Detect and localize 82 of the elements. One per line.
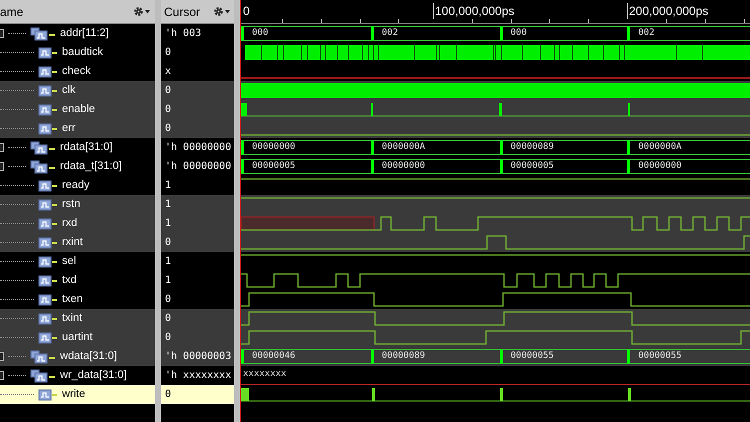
signal-name: write — [62, 387, 86, 402]
settings-icon[interactable] — [213, 6, 231, 17]
signal-row[interactable]: rstn — [0, 195, 155, 214]
expand-icon[interactable] — [0, 371, 4, 380]
expand-icon[interactable] — [0, 352, 4, 361]
cursor-value: 'h 00000003 — [165, 350, 232, 364]
signal-icon — [38, 104, 58, 116]
cursor-value: 0 — [165, 103, 172, 117]
signal-icon — [38, 84, 58, 96]
bus-icon — [30, 368, 56, 382]
signal-row[interactable]: clk — [0, 81, 155, 100]
cursor-value: 0 — [165, 388, 172, 402]
signal-name: baudtick — [62, 45, 103, 60]
signal-name: rxint — [62, 235, 83, 250]
cursor-value: 0 — [165, 84, 172, 98]
signal-icon — [38, 46, 58, 58]
bus-icon — [30, 350, 56, 364]
signal-icon — [38, 122, 58, 134]
column-title: ame — [0, 4, 24, 20]
signal-name: rdata_t[31:0] — [60, 159, 122, 174]
settings-icon[interactable] — [133, 6, 151, 17]
signal-row[interactable]: enable — [0, 100, 155, 119]
signal-name: txd — [62, 273, 77, 288]
signal-row[interactable]: err — [0, 119, 155, 138]
signal-name: rstn — [62, 197, 80, 212]
signal-icon — [38, 66, 58, 78]
bus-icon — [30, 26, 56, 40]
signal-row[interactable]: uartint — [0, 328, 155, 347]
signal-name: txint — [62, 311, 82, 326]
signal-name: enable — [62, 102, 96, 118]
signal-icon — [38, 218, 58, 230]
signal-name: err — [62, 121, 76, 136]
cursor-value: x — [165, 65, 172, 79]
bus-icon — [30, 140, 56, 154]
signal-row[interactable]: rxint — [0, 233, 155, 252]
signal-name: sel — [62, 254, 76, 270]
signal-row[interactable]: txint — [0, 309, 155, 328]
signal-icon — [38, 388, 58, 400]
signal-icon — [38, 274, 58, 286]
signal-row[interactable]: wdata[31:0] — [0, 347, 155, 366]
signal-name: clk — [62, 83, 76, 98]
cursor-value: 0 — [165, 331, 172, 345]
signal-icon — [38, 256, 58, 268]
cursor-value: 0 — [165, 46, 172, 60]
signal-row[interactable]: write — [0, 385, 155, 404]
signal-icon — [38, 236, 58, 248]
signal-name: rxd — [62, 216, 78, 232]
signal-icon — [38, 198, 58, 210]
cursor-value: 1 — [165, 255, 172, 269]
signal-name: addr[11:2] — [60, 26, 109, 42]
signal-icon — [38, 294, 58, 306]
cursor-value: 1 — [165, 179, 172, 193]
signal-name: wdata[31:0] — [60, 349, 117, 364]
expand-icon[interactable] — [0, 162, 4, 171]
expand-icon[interactable] — [0, 143, 4, 152]
column-header[interactable]: Cursor — [161, 0, 234, 24]
cursor-value: 1 — [165, 274, 172, 288]
cursor-value: 0 — [165, 236, 172, 250]
cursor-value: 'h 00000000 — [165, 141, 232, 155]
cursor-value: 1 — [165, 198, 172, 212]
signal-name: wr_data[31:0] — [60, 368, 127, 384]
cursor-value: 'h 00000000 — [165, 160, 232, 174]
signal-name: ready — [62, 178, 90, 194]
time-label: 0 — [243, 3, 250, 19]
cursor-value: 'h 003 — [165, 27, 202, 41]
cursor-value: 0 — [165, 312, 172, 326]
cursor-value: 0 — [165, 122, 172, 136]
signal-icon — [38, 332, 58, 344]
signal-row[interactable]: rxd — [0, 214, 155, 233]
column-title: Cursor — [164, 4, 200, 20]
signal-name: check — [62, 64, 91, 80]
column-header[interactable]: ame — [0, 0, 155, 24]
signal-icon — [38, 312, 58, 324]
signal-icon — [38, 180, 58, 192]
cursor-value: 1 — [165, 217, 172, 231]
cursor-value: 'h xxxxxxxx — [165, 369, 232, 383]
bus-icon — [30, 160, 56, 174]
signal-name: uartint — [62, 330, 93, 346]
signal-name: txen — [62, 292, 83, 308]
signal-name: rdata[31:0] — [60, 140, 113, 156]
cursor-value: 0 — [165, 293, 172, 307]
expand-icon[interactable] — [0, 29, 4, 38]
